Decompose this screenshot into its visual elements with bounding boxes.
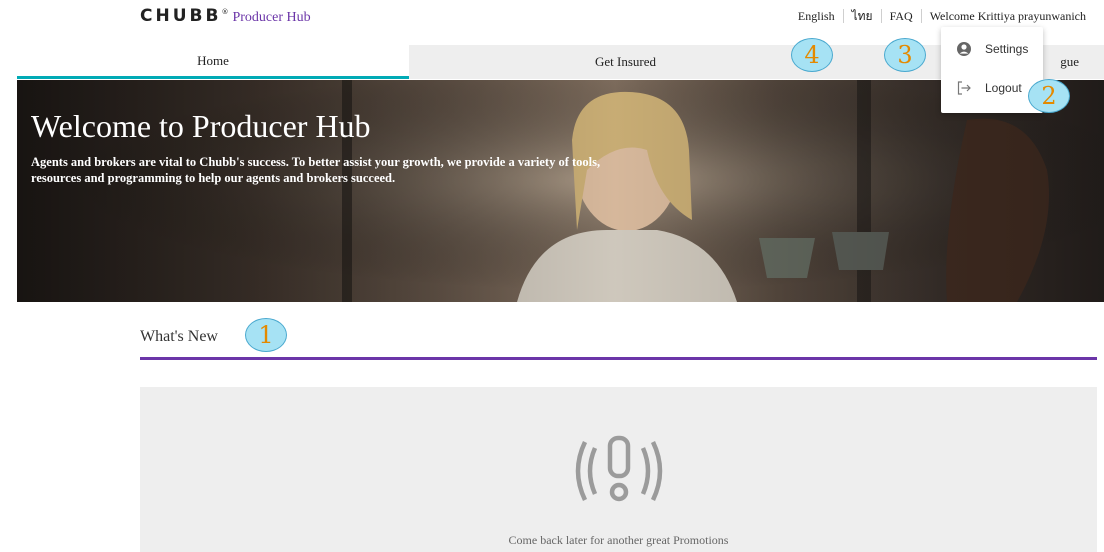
tab-home[interactable]: Home bbox=[17, 45, 409, 79]
logout-label: Logout bbox=[985, 81, 1022, 95]
empty-state-message: Come back later for another great Promot… bbox=[508, 533, 729, 547]
settings-label: Settings bbox=[985, 42, 1029, 56]
tab-label: Get Insured bbox=[594, 54, 656, 69]
top-bar: CHUBB ® Producer Hub English ไทย FAQ Wel… bbox=[0, 0, 1104, 36]
chubb-logo[interactable]: CHUBB ® Producer Hub bbox=[140, 6, 311, 26]
callout-badge: 2 bbox=[1028, 79, 1070, 113]
hero-title: Welcome to Producer Hub bbox=[31, 108, 371, 144]
user-welcome-menu[interactable]: Welcome Krittiya prayunwanich bbox=[922, 8, 1094, 24]
logo-wordmark: CHUBB bbox=[140, 6, 222, 26]
logout-icon bbox=[955, 80, 973, 96]
callout-badge: 3 bbox=[884, 38, 926, 72]
tab-get-insured[interactable]: Get Insured bbox=[409, 45, 842, 79]
logo-registered-mark: ® bbox=[221, 8, 229, 16]
section-divider bbox=[140, 357, 1097, 360]
faq-link[interactable]: FAQ bbox=[882, 8, 921, 24]
language-thai-link[interactable]: ไทย bbox=[844, 8, 881, 24]
user-circle-icon bbox=[955, 41, 973, 57]
whats-new-title: What's New bbox=[140, 328, 218, 345]
tab-label: gue bbox=[1060, 54, 1079, 69]
product-name: Producer Hub bbox=[232, 10, 311, 25]
promotions-empty-state: Come back later for another great Promot… bbox=[140, 387, 1097, 552]
settings-menu-item[interactable]: Settings bbox=[955, 41, 1028, 57]
callout-badge: 1 bbox=[245, 318, 287, 352]
callout-badge: 4 bbox=[791, 38, 833, 72]
logout-menu-item[interactable]: Logout bbox=[955, 80, 1022, 96]
tab-label: Home bbox=[197, 52, 229, 68]
alert-exclamation-icon bbox=[575, 435, 663, 502]
hero-banner: Welcome to Producer Hub Agents and broke… bbox=[17, 80, 1104, 302]
language-english-link[interactable]: English bbox=[790, 8, 843, 24]
utility-nav: English ไทย FAQ Welcome Krittiya prayunw… bbox=[790, 8, 1094, 24]
hero-description: Agents and brokers are vital to Chubb's … bbox=[31, 155, 601, 185]
